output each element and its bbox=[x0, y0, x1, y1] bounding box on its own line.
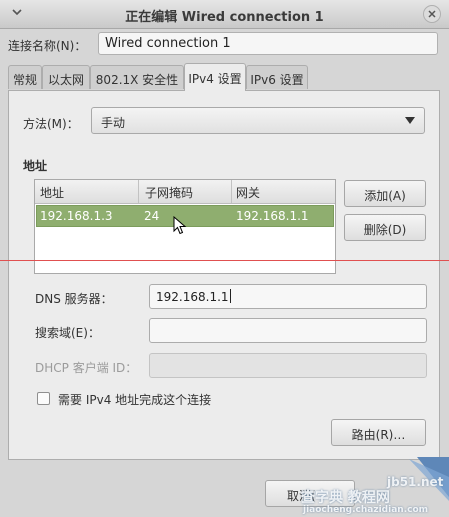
cell-gateway[interactable]: 192.168.1.1 bbox=[236, 209, 309, 223]
mouse-cursor-icon bbox=[173, 216, 187, 235]
title-bar: 正在编辑 Wired connection 1 bbox=[0, 0, 449, 29]
window-title: 正在编辑 Wired connection 1 bbox=[125, 10, 324, 25]
column-header-netmask[interactable]: 子网掩码 bbox=[145, 184, 193, 201]
tab-ethernet[interactable]: 以太网 bbox=[42, 65, 90, 89]
method-value: 手动 bbox=[101, 116, 126, 130]
watermark-url: jiaocheng.chazidian.com bbox=[303, 505, 429, 515]
tab-ipv4-settings[interactable]: IPv4 设置 bbox=[184, 63, 246, 91]
add-address-button[interactable]: 添加(A) bbox=[344, 180, 426, 207]
watermark-site-name: 查字典 教程网 bbox=[301, 490, 390, 506]
annotation-line bbox=[0, 260, 449, 261]
search-domains-input[interactable] bbox=[149, 318, 427, 343]
connection-name-row: 连接名称(N)： Wired connection 1 bbox=[0, 28, 449, 58]
watermark: jb51.net 查字典 教程网 jiaocheng.chazidian.com bbox=[299, 457, 449, 517]
tab-ipv6-settings[interactable]: IPv6 设置 bbox=[246, 65, 308, 89]
method-label: 方法(M)： bbox=[23, 117, 79, 131]
text-caret bbox=[229, 289, 231, 303]
dns-servers-label: DNS 服务器： bbox=[35, 292, 113, 306]
require-ipv4-label[interactable]: 需要 IPv4 地址完成这个连接 bbox=[58, 391, 211, 408]
search-domains-label: 搜索域(E)： bbox=[35, 326, 100, 340]
dialog-button-row: 取消( jb51.net 查字典 教程网 jiaocheng.chazidian… bbox=[0, 457, 449, 517]
ipv4-settings-panel: 方法(M)： 手动 地址 地址 子网掩码 网关 192.168.1.3 24 1… bbox=[8, 90, 440, 460]
dns-servers-input[interactable]: 192.168.1.1 bbox=[149, 284, 427, 309]
connection-name-input[interactable]: Wired connection 1 bbox=[98, 32, 438, 55]
tab-8021x-security[interactable]: 802.1X 安全性 bbox=[90, 65, 184, 89]
dns-servers-value: 192.168.1.1 bbox=[156, 290, 229, 304]
method-dropdown[interactable]: 手动 bbox=[91, 107, 425, 134]
dhcp-client-id-label: DHCP 客户端 ID： bbox=[35, 361, 138, 375]
column-header-address[interactable]: 地址 bbox=[40, 184, 64, 201]
cell-address[interactable]: 192.168.1.3 bbox=[40, 209, 113, 223]
cell-netmask[interactable]: 24 bbox=[144, 209, 159, 223]
address-table-header: 地址 子网掩码 网关 bbox=[35, 180, 335, 204]
close-button[interactable] bbox=[423, 5, 441, 23]
column-separator bbox=[138, 180, 139, 203]
require-ipv4-checkbox[interactable] bbox=[37, 392, 50, 405]
close-icon bbox=[428, 10, 436, 18]
routes-button[interactable]: 路由(R)… bbox=[331, 419, 426, 446]
dhcp-client-id-input bbox=[149, 353, 427, 378]
connection-name-label: 连接名称(N)： bbox=[8, 39, 87, 53]
watermark-domain: jb51.net bbox=[387, 475, 444, 489]
tab-general[interactable]: 常规 bbox=[8, 65, 42, 89]
delete-address-button[interactable]: 删除(D) bbox=[344, 214, 426, 241]
column-header-gateway[interactable]: 网关 bbox=[236, 184, 260, 201]
column-separator bbox=[231, 180, 232, 203]
addresses-heading: 地址 bbox=[23, 159, 48, 173]
dropdown-arrow-icon bbox=[405, 117, 415, 124]
